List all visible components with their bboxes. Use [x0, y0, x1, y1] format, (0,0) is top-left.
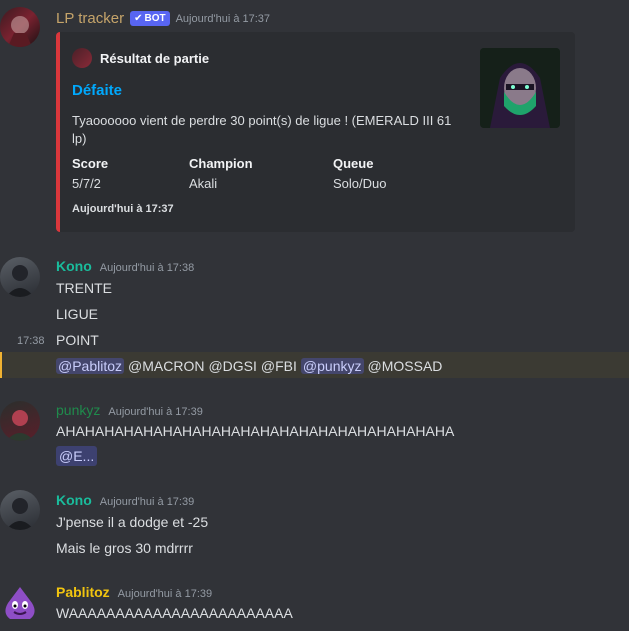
field-score-value: 5/7/2 [72, 176, 101, 191]
embed-footer: Aujourd'hui à 17:37 [72, 203, 174, 215]
mention-dgsi[interactable]: @DGSI [208, 358, 256, 374]
punkyz-username[interactable]: punkyz [56, 402, 100, 418]
kono-avatar[interactable] [0, 257, 40, 297]
message-line: AHAHAHAHAHAHAHAHAHAHAHAHAHAHAHAHAHAHAHAH… [56, 423, 455, 439]
field-queue-value: Solo/Duo [333, 176, 387, 191]
kono-username[interactable]: Kono [56, 258, 92, 274]
bot-tag: ✔ BOT [130, 11, 170, 26]
pablitoz-username[interactable]: Pablitoz [56, 584, 110, 600]
field-queue-name: Queue [333, 156, 374, 171]
field-score-name: Score [72, 156, 109, 171]
mention-punkyz[interactable]: @punkyz [300, 358, 364, 374]
kono-username[interactable]: Kono [56, 492, 92, 508]
kono-avatar[interactable] [0, 490, 40, 530]
mention-truncated[interactable]: @E... [56, 446, 98, 466]
champion-thumbnail[interactable] [480, 48, 560, 128]
message-line: J'pense il a dodge et -25 [56, 514, 209, 530]
kono-timestamp[interactable]: Aujourd'hui à 17:39 [100, 496, 194, 508]
field-champion: Champion Akali [189, 156, 253, 191]
bot-timestamp[interactable]: Aujourd'hui à 17:37 [176, 13, 270, 25]
field-champion-value: Akali [189, 176, 218, 191]
embed-description: Tyaoooooo vient de perdre 30 point(s) de… [72, 113, 452, 146]
truncated-mention-line: @E... [56, 446, 98, 466]
mention-pablitoz[interactable]: @Pablitoz [56, 358, 125, 374]
pablitoz-timestamp[interactable]: Aujourd'hui à 17:39 [118, 588, 212, 600]
message-line: Mais le gros 30 mdrrrr [56, 540, 193, 556]
embed-title[interactable]: Défaite [72, 82, 122, 99]
match-result-embed: Résultat de partie Défaite Tyaoooooo vie… [56, 32, 575, 232]
bot-username[interactable]: LP tracker [56, 10, 124, 27]
mention-line: @Pablitoz @MACRON @DGSI @FBI @punkyz @MO… [56, 358, 442, 374]
mention-mossad[interactable]: @MOSSAD [368, 358, 443, 374]
kono-timestamp[interactable]: Aujourd'hui à 17:38 [100, 262, 194, 274]
field-queue: Queue Solo/Duo [333, 156, 386, 191]
message-line: LIGUE [56, 306, 99, 322]
field-champion-name: Champion [189, 156, 253, 171]
bot-tag-label: BOT [144, 13, 166, 24]
mention-fbi[interactable]: @FBI [261, 358, 297, 374]
message-line: WAAAAAAAAAAAAAAAAAAAAAAAA [56, 605, 293, 621]
pablitoz-avatar[interactable] [0, 583, 40, 623]
embed-author-icon [72, 48, 92, 68]
embed-author[interactable]: Résultat de partie [100, 51, 209, 66]
punkyz-avatar[interactable] [0, 401, 40, 441]
message-line: POINT [56, 332, 99, 348]
message-line: TRENTE [56, 280, 112, 296]
mention-macron[interactable]: @MACRON [128, 358, 204, 374]
hover-timestamp: 17:38 [17, 335, 45, 347]
punkyz-timestamp[interactable]: Aujourd'hui à 17:39 [108, 406, 202, 418]
field-score: Score 5/7/2 [72, 156, 108, 191]
bot-avatar[interactable] [0, 7, 40, 47]
checkmark-icon: ✔ [134, 13, 143, 24]
